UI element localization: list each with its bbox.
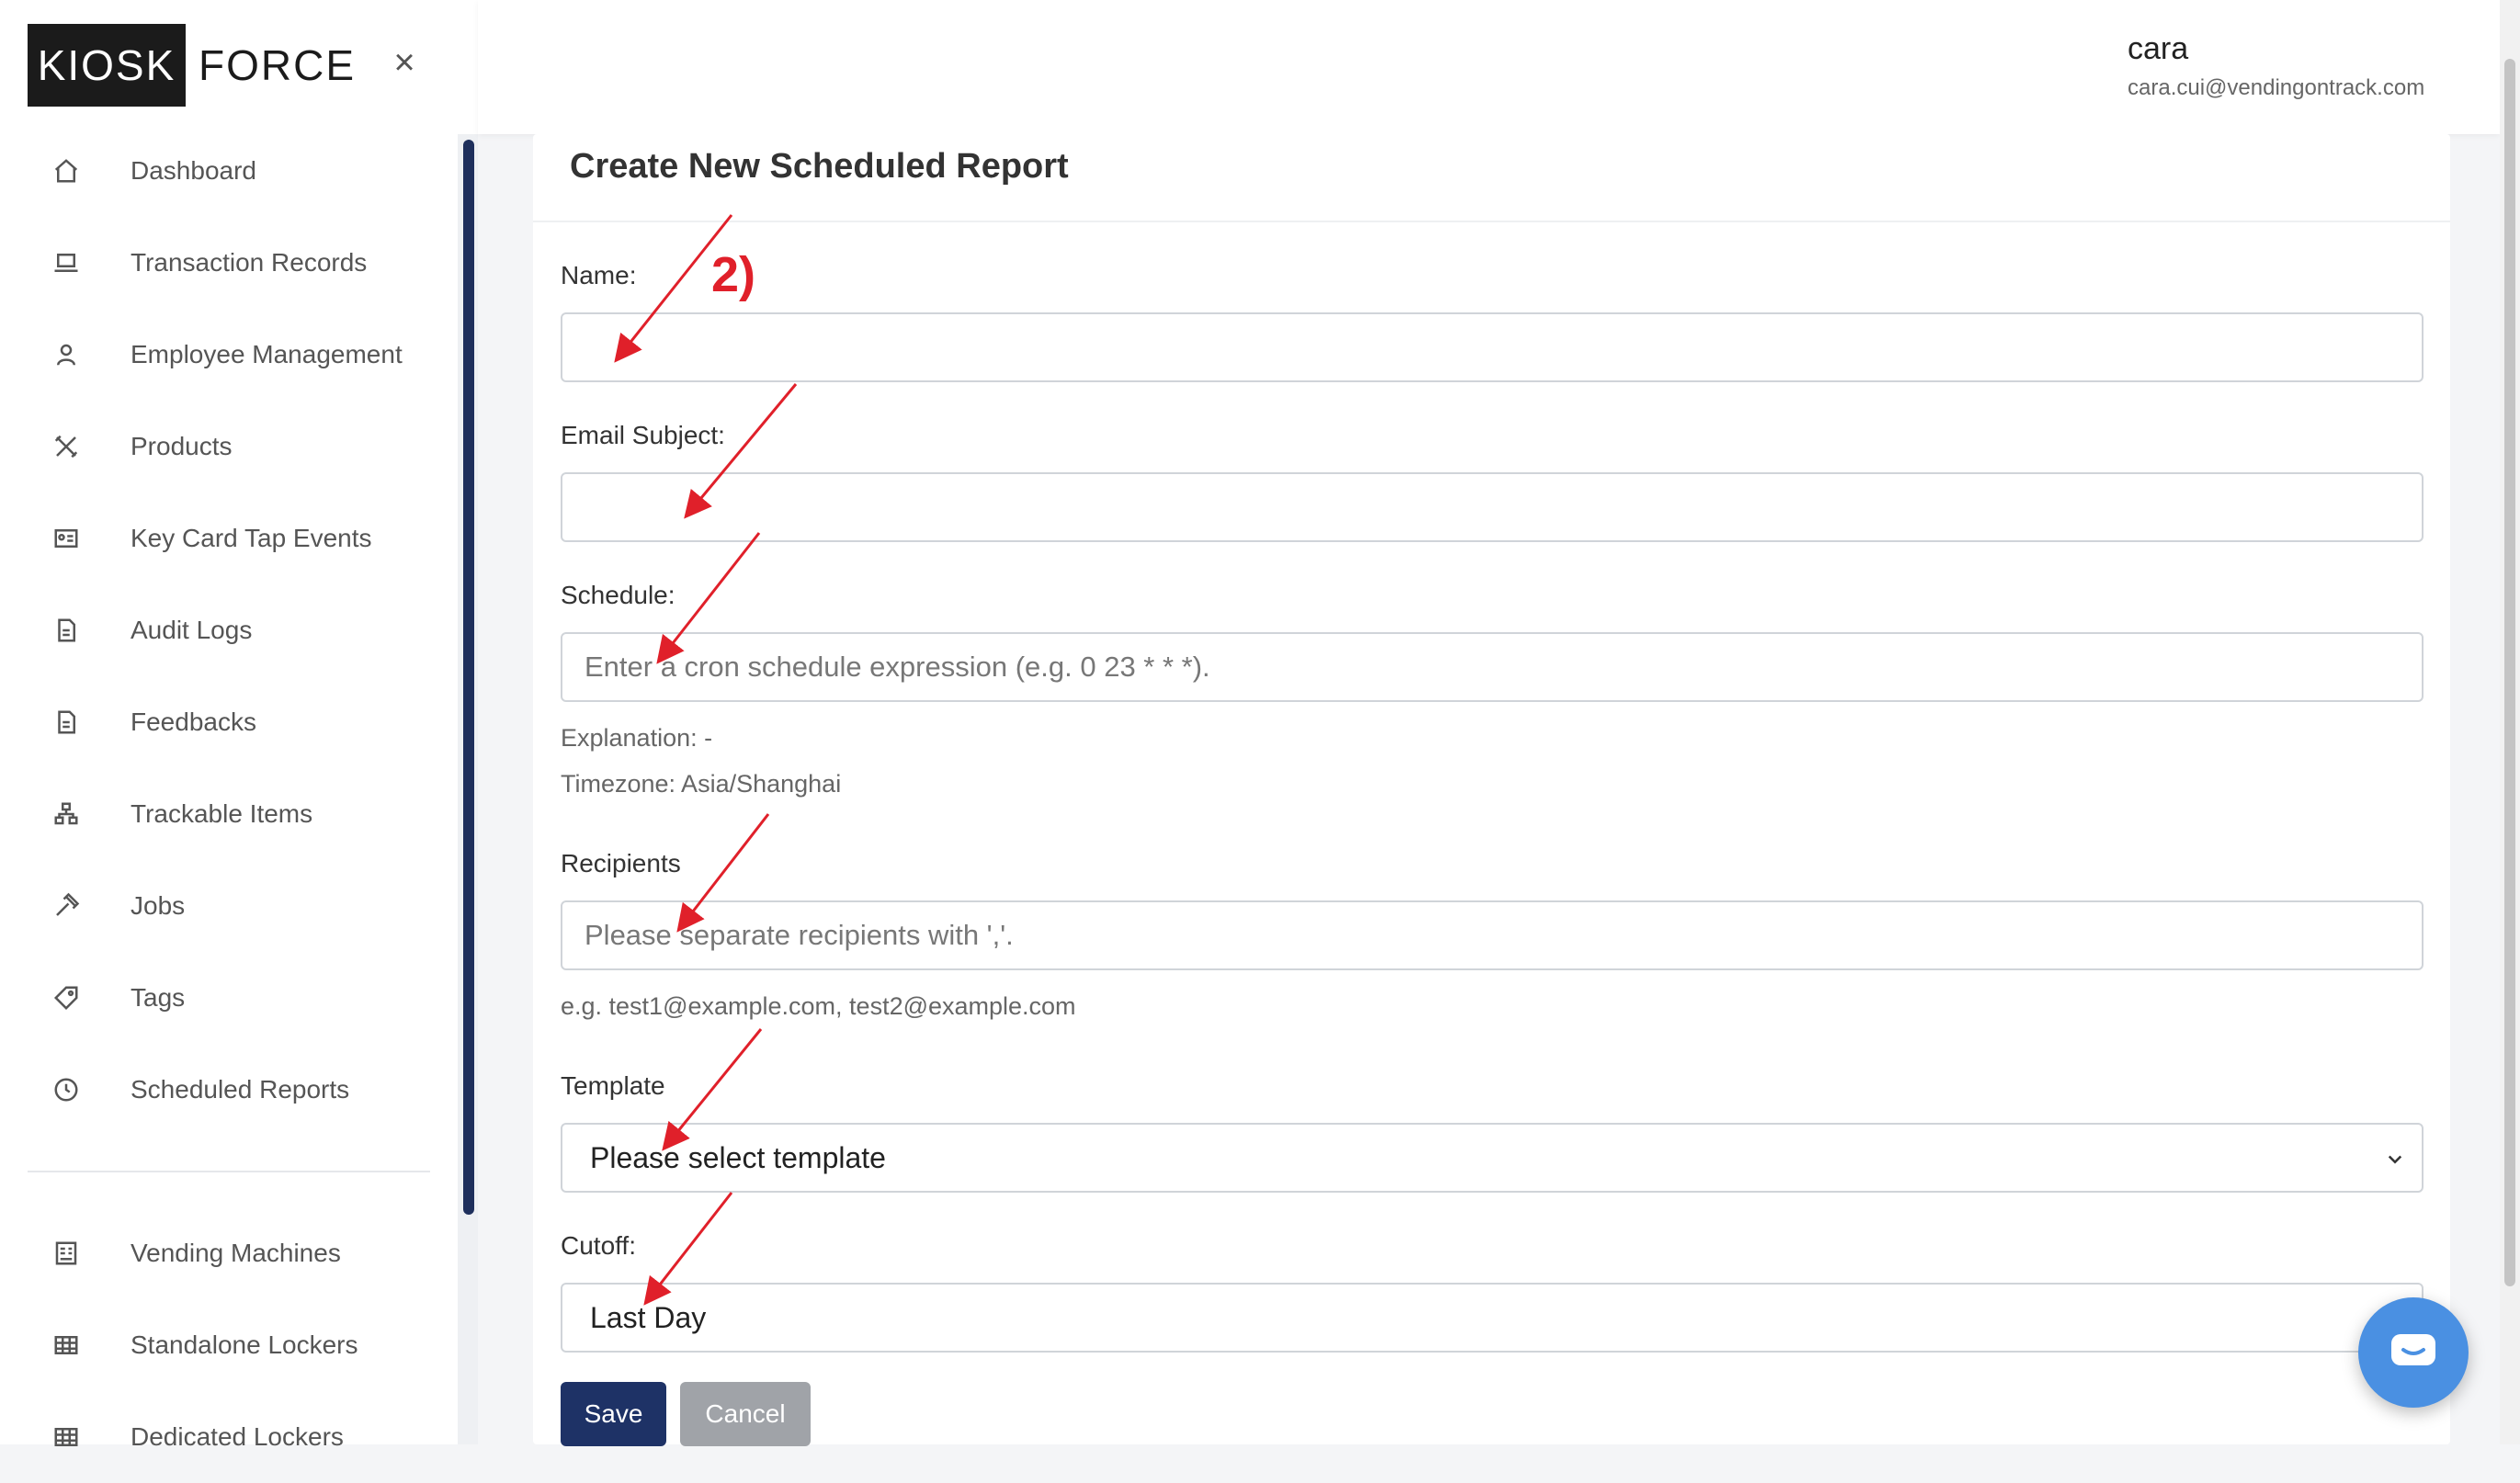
chat-icon bbox=[2391, 1334, 2435, 1365]
template-select-value: Please select template bbox=[590, 1140, 886, 1174]
logo-force-text: FORCE bbox=[199, 41, 356, 89]
home-icon bbox=[48, 153, 85, 189]
sidebar-item-label: Tags bbox=[131, 983, 186, 1012]
sidebar: KIOSK FORCE × Dashboard Transaction Reco… bbox=[0, 0, 478, 1451]
sidebar-scrollbar-thumb[interactable] bbox=[463, 140, 474, 1215]
recipients-example: e.g. test1@example.com, test2@example.co… bbox=[561, 992, 1076, 1020]
email-subject-input[interactable] bbox=[561, 472, 2424, 542]
schedule-input[interactable] bbox=[561, 632, 2424, 702]
recipients-label: Recipients bbox=[561, 849, 681, 877]
sidebar-item-label: Scheduled Reports bbox=[131, 1075, 350, 1104]
chat-support-button[interactable] bbox=[2358, 1297, 2469, 1408]
sidebar-item-label: Transaction Records bbox=[131, 248, 368, 277]
save-button[interactable]: Save bbox=[561, 1382, 666, 1446]
sidebar-item-feedbacks[interactable]: Feedbacks bbox=[28, 676, 432, 768]
sidebar-divider bbox=[28, 1171, 430, 1172]
sidebar-item-label: Feedbacks bbox=[131, 708, 256, 736]
name-input[interactable] bbox=[561, 312, 2424, 382]
file-icon bbox=[48, 612, 85, 649]
sidebar-item-key-card-tap-events[interactable]: Key Card Tap Events bbox=[28, 492, 432, 584]
sidebar-item-standalone-lockers[interactable]: Standalone Lockers bbox=[28, 1299, 432, 1391]
user-icon bbox=[48, 336, 85, 373]
tools-icon bbox=[48, 428, 85, 465]
card-divider bbox=[533, 221, 2450, 222]
template-select[interactable]: Please select template bbox=[561, 1123, 2424, 1193]
sidebar-item-label: Products bbox=[131, 432, 233, 460]
sidebar-item-scheduled-reports[interactable]: Scheduled Reports bbox=[28, 1044, 432, 1136]
tag-icon bbox=[48, 979, 85, 1016]
sidebar-item-label: Standalone Lockers bbox=[131, 1330, 358, 1359]
scheduled-report-form-card: Create New Scheduled Report Name: Email … bbox=[533, 134, 2450, 1446]
close-icon[interactable]: × bbox=[386, 42, 423, 83]
top-header: cara cara.cui@vendingontrack.com bbox=[478, 0, 2500, 134]
sidebar-item-label: Audit Logs bbox=[131, 616, 253, 644]
hierarchy-icon bbox=[48, 796, 85, 832]
cutoff-select[interactable]: Last Day bbox=[561, 1283, 2424, 1353]
sidebar-item-vending-machines[interactable]: Vending Machines bbox=[28, 1207, 432, 1299]
machine-icon bbox=[48, 1235, 85, 1272]
sidebar-item-label: Vending Machines bbox=[131, 1239, 341, 1267]
sidebar-item-products[interactable]: Products bbox=[28, 401, 432, 492]
hammer-icon bbox=[48, 888, 85, 924]
cancel-button[interactable]: Cancel bbox=[680, 1382, 811, 1446]
sidebar-item-label: Trackable Items bbox=[131, 799, 313, 828]
schedule-explanation: Explanation: - bbox=[561, 724, 713, 752]
page-scrollbar-thumb[interactable] bbox=[2504, 59, 2515, 1286]
chevron-down-icon bbox=[2388, 1155, 2402, 1164]
file-icon bbox=[48, 704, 85, 741]
logo-kiosk-text: KIOSK bbox=[28, 24, 186, 107]
sidebar-item-label: Dashboard bbox=[131, 156, 256, 185]
sidebar-item-employee-management[interactable]: Employee Management bbox=[28, 309, 432, 401]
logo[interactable]: KIOSK FORCE bbox=[28, 24, 363, 107]
annotation-step-label: 2) bbox=[711, 247, 756, 302]
sidebar-item-label: Key Card Tap Events bbox=[131, 524, 372, 552]
sidebar-item-dedicated-lockers[interactable]: Dedicated Lockers bbox=[28, 1391, 432, 1483]
sidebar-item-label: Employee Management bbox=[131, 340, 403, 368]
sidebar-item-jobs[interactable]: Jobs bbox=[28, 860, 432, 952]
name-label: Name: bbox=[561, 261, 637, 289]
user-name[interactable]: cara bbox=[2128, 31, 2188, 67]
grid-icon bbox=[48, 1327, 85, 1364]
template-label: Template bbox=[561, 1071, 665, 1100]
page-title: Create New Scheduled Report bbox=[570, 147, 1069, 186]
user-email: cara.cui@vendingontrack.com bbox=[2128, 75, 2425, 100]
grid-icon bbox=[48, 1419, 85, 1455]
schedule-timezone: Timezone: Asia/Shanghai bbox=[561, 770, 842, 798]
sidebar-item-trackable-items[interactable]: Trackable Items bbox=[28, 768, 432, 860]
laptop-icon bbox=[48, 244, 85, 281]
sidebar-item-audit-logs[interactable]: Audit Logs bbox=[28, 584, 432, 676]
id-card-icon bbox=[48, 520, 85, 557]
email-subject-label: Email Subject: bbox=[561, 421, 725, 449]
sidebar-item-tags[interactable]: Tags bbox=[28, 952, 432, 1044]
sidebar-item-transaction-records[interactable]: Transaction Records bbox=[28, 217, 432, 309]
sidebar-item-dashboard[interactable]: Dashboard bbox=[28, 125, 432, 217]
schedule-label: Schedule: bbox=[561, 581, 675, 609]
cutoff-label: Cutoff: bbox=[561, 1231, 636, 1260]
sidebar-item-label: Jobs bbox=[131, 891, 186, 920]
clock-icon bbox=[48, 1071, 85, 1108]
sidebar-item-label: Dedicated Lockers bbox=[131, 1422, 344, 1451]
recipients-input[interactable] bbox=[561, 900, 2424, 970]
sidebar-nav: Dashboard Transaction Records Employee M… bbox=[28, 125, 432, 1483]
cutoff-select-value: Last Day bbox=[590, 1300, 707, 1334]
app-root: KIOSK FORCE × Dashboard Transaction Reco… bbox=[0, 0, 2520, 1451]
